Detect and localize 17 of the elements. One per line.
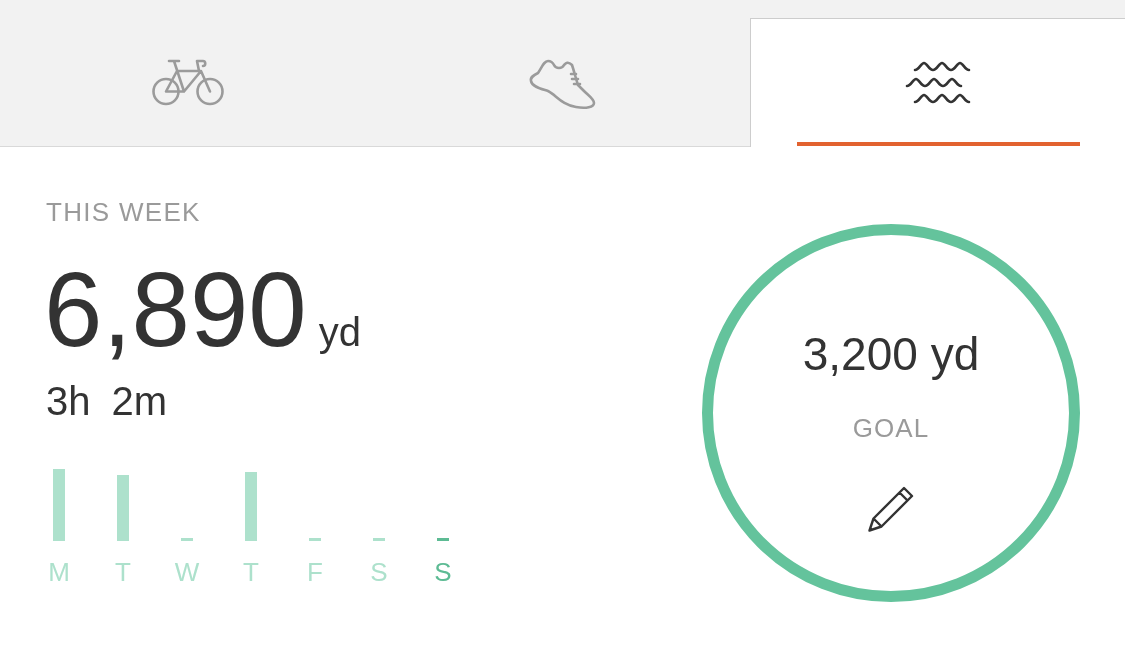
day-label: W <box>174 559 200 585</box>
pencil-icon[interactable] <box>867 485 915 533</box>
day-label: S <box>434 559 452 585</box>
sport-tab[interactable] <box>750 18 1125 147</box>
distance-unit: yd <box>318 312 361 352</box>
day-label: T <box>243 559 259 585</box>
day-label: F <box>307 559 323 585</box>
weekly-distance: 6,890 <box>44 257 307 362</box>
day-label: M <box>48 559 70 585</box>
goal-label: GOAL <box>852 415 930 441</box>
day-label: S <box>370 559 388 585</box>
waves-icon <box>904 60 972 105</box>
section-heading: THIS WEEK <box>46 199 201 225</box>
sneaker-icon <box>528 58 597 111</box>
bicycle-icon <box>151 58 224 106</box>
weekly-duration: 3h 2m <box>46 381 168 421</box>
day-label: T <box>115 559 131 585</box>
